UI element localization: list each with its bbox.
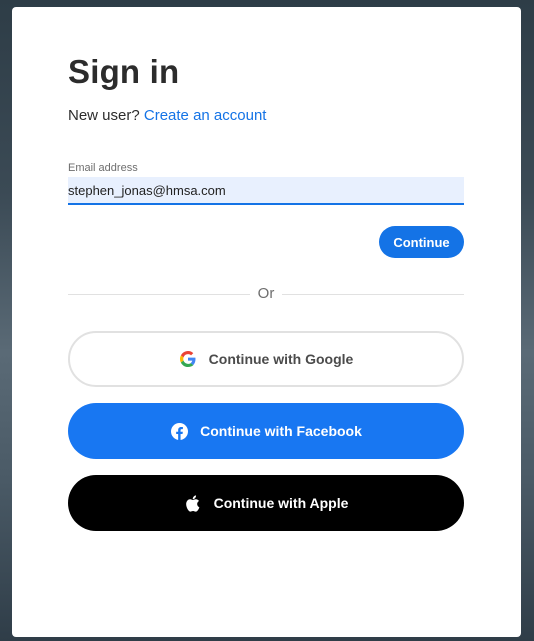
signin-card: Sign in New user? Create an account Emai… (12, 7, 521, 637)
continue-with-facebook-button[interactable]: Continue with Facebook (68, 403, 464, 459)
create-account-link[interactable]: Create an account (144, 107, 267, 124)
continue-with-google-button[interactable]: Continue with Google (68, 331, 464, 387)
new-user-row: New user? Create an account (68, 107, 266, 124)
apple-button-label: Continue with Apple (213, 495, 349, 511)
new-user-text: New user? (68, 107, 140, 124)
email-label: Email address (68, 162, 138, 174)
page-title: Sign in (68, 53, 180, 90)
facebook-icon (170, 422, 188, 440)
google-button-label: Continue with Google (208, 351, 354, 367)
or-divider: Or (68, 285, 464, 305)
google-icon (179, 350, 197, 368)
divider-line-right (282, 294, 464, 295)
facebook-button-label: Continue with Facebook (200, 423, 362, 439)
apple-icon (184, 494, 202, 512)
email-field[interactable] (68, 177, 464, 205)
continue-with-apple-button[interactable]: Continue with Apple (68, 475, 464, 531)
continue-button[interactable]: Continue (379, 226, 464, 258)
